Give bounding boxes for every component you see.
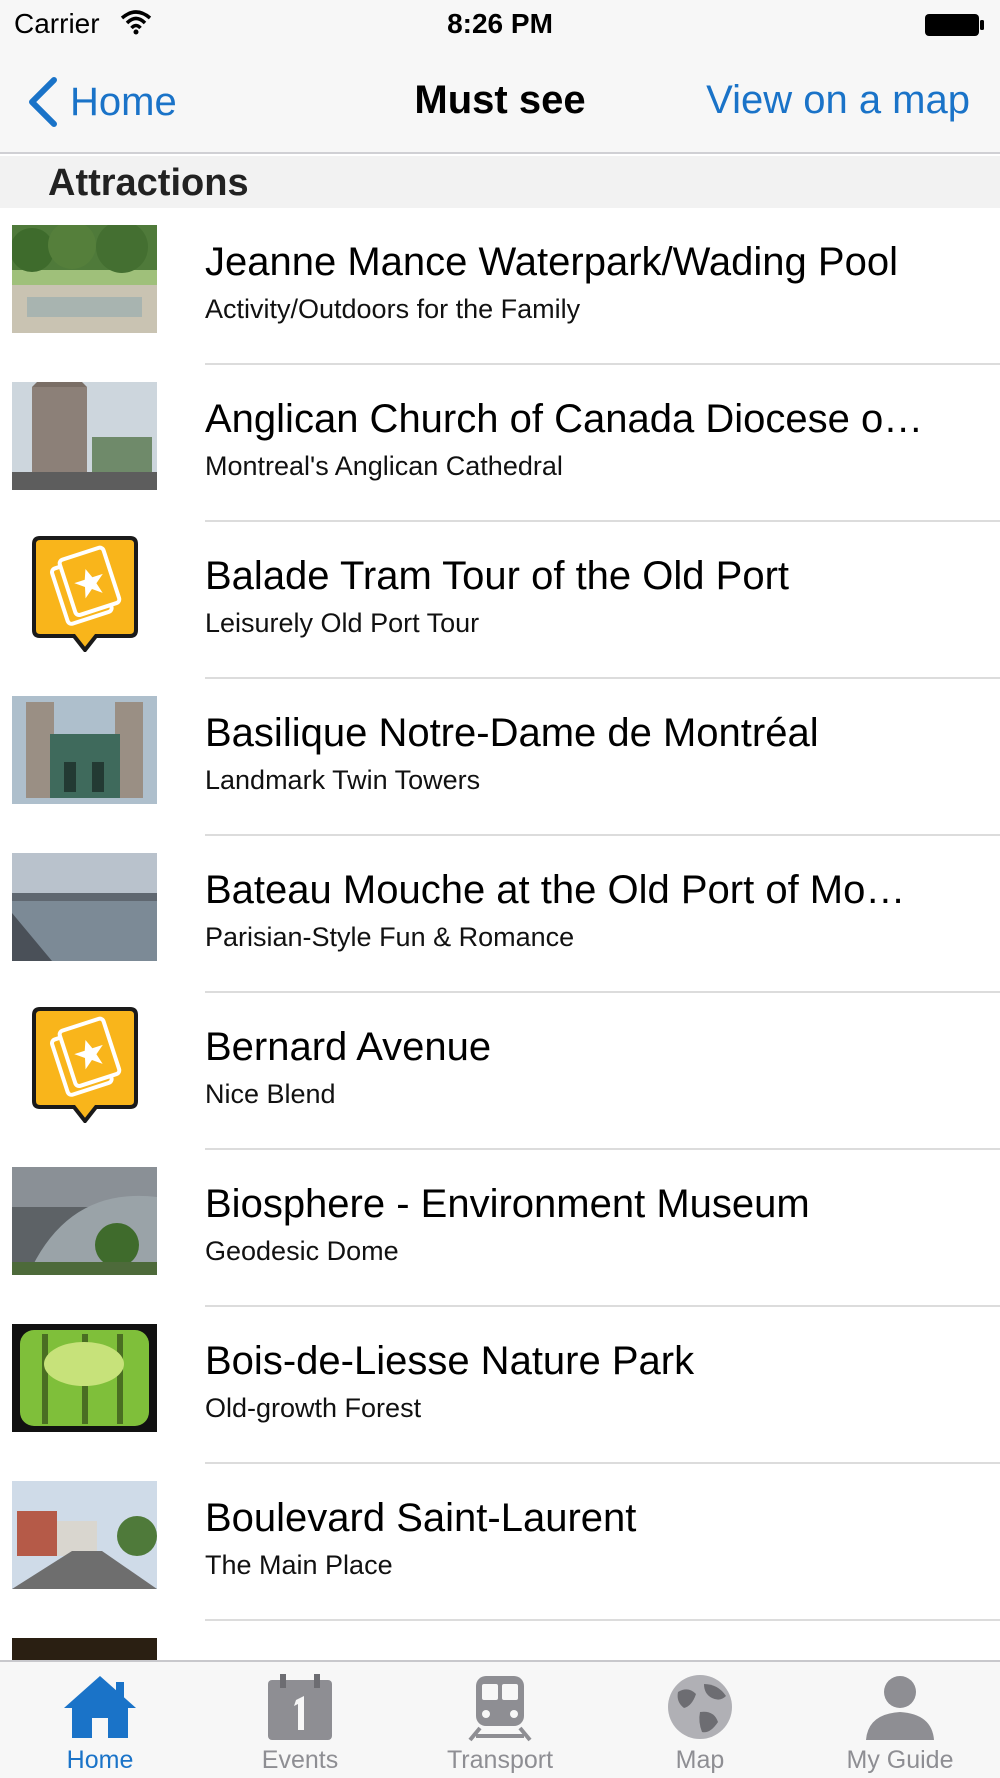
thumbnail-image	[12, 1167, 157, 1275]
tab-my-guide[interactable]: My Guide	[800, 1662, 1000, 1778]
globe-icon	[668, 1675, 732, 1739]
battery-icon	[925, 14, 984, 36]
list-item[interactable]	[0, 1621, 1000, 1660]
item-title: Balade Tram Tour of the Old Port	[205, 554, 790, 598]
status-time: 8:26 PM	[447, 8, 553, 39]
item-subtitle: Activity/Outdoors for the Family	[205, 294, 581, 324]
section-header: Attractions	[0, 156, 1000, 208]
train-icon	[468, 1676, 532, 1742]
person-icon	[866, 1676, 934, 1740]
item-subtitle: Nice Blend	[205, 1079, 336, 1109]
item-subtitle: Old-growth Forest	[205, 1393, 422, 1423]
item-subtitle: The Main Place	[205, 1550, 393, 1580]
item-title: Jeanne Mance Waterpark/Wading Pool	[205, 240, 898, 284]
tab-home-label: Home	[66, 1746, 134, 1774]
tab-transport-label: Transport	[446, 1746, 554, 1774]
list-item[interactable]: Jeanne Mance Waterpark/Wading Pool Activ…	[0, 208, 1000, 365]
ticket-pin-icon	[32, 536, 138, 652]
item-title: Bernard Avenue	[205, 1025, 492, 1069]
item-title: Biosphere - Environment Museum	[205, 1182, 810, 1226]
list-item[interactable]: Bois-de-Liesse Nature Park Old-growth Fo…	[0, 1307, 1000, 1464]
tab-bar: Home Events Transport Map My Guide	[0, 1660, 1000, 1778]
list-item[interactable]: Biosphere - Environment Museum Geodesic …	[0, 1150, 1000, 1307]
list-item[interactable]: Balade Tram Tour of the Old Port Leisure…	[0, 522, 1000, 679]
item-subtitle: Montreal's Anglican Cathedral	[205, 451, 563, 481]
list-item[interactable]: Basilique Notre-Dame de Montréal Landmar…	[0, 679, 1000, 836]
attractions-list[interactable]: Jeanne Mance Waterpark/Wading Pool Activ…	[0, 208, 1000, 1660]
tab-map[interactable]: Map	[600, 1662, 800, 1778]
tab-map-label: Map	[675, 1746, 725, 1774]
list-item[interactable]: Bateau Mouche at the Old Port of Mo… Par…	[0, 836, 1000, 993]
section-title: Attractions	[48, 162, 249, 204]
item-title: Bois-de-Liesse Nature Park	[205, 1339, 695, 1383]
thumbnail-image	[12, 225, 157, 333]
tab-events-label: Events	[261, 1746, 339, 1774]
item-subtitle: Geodesic Dome	[205, 1236, 399, 1266]
ticket-pin-icon	[32, 1007, 138, 1123]
status-bar: Carrier 8:26 PM	[0, 0, 1000, 50]
view-on-map-button[interactable]: View on a map	[706, 78, 970, 123]
list-item[interactable]: Boulevard Saint-Laurent The Main Place	[0, 1464, 1000, 1621]
item-subtitle: Leisurely Old Port Tour	[205, 608, 480, 638]
item-subtitle: Landmark Twin Towers	[205, 765, 481, 795]
item-title: Boulevard Saint-Laurent	[205, 1496, 637, 1540]
tab-home[interactable]: Home	[0, 1662, 200, 1778]
item-title: Anglican Church of Canada Diocese o…	[205, 397, 924, 441]
thumbnail-image	[12, 1481, 157, 1589]
house-icon	[64, 1676, 136, 1738]
calendar-icon	[268, 1674, 332, 1740]
thumbnail-image	[12, 853, 157, 961]
item-subtitle: Parisian-Style Fun & Romance	[205, 922, 575, 952]
tab-events[interactable]: Events	[200, 1662, 400, 1778]
thumbnail-image	[12, 696, 157, 804]
list-item[interactable]: Anglican Church of Canada Diocese o… Mon…	[0, 365, 1000, 522]
list-item[interactable]: Bernard Avenue Nice Blend	[0, 993, 1000, 1150]
tab-my-guide-label: My Guide	[846, 1746, 954, 1774]
thumbnail-image	[12, 1638, 157, 1660]
thumbnail-image	[12, 1324, 157, 1432]
item-title: Bateau Mouche at the Old Port of Mo…	[205, 868, 906, 912]
navigation-bar: Home Must see View on a map	[0, 50, 1000, 154]
tab-transport[interactable]: Transport	[400, 1662, 600, 1778]
thumbnail-image	[12, 382, 157, 490]
item-title: Basilique Notre-Dame de Montréal	[205, 711, 819, 755]
